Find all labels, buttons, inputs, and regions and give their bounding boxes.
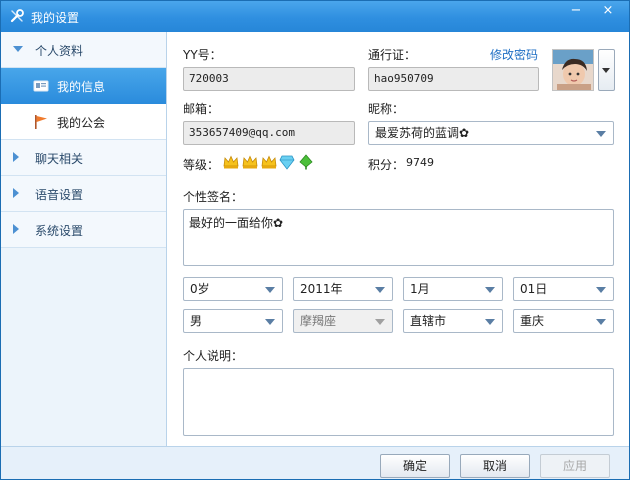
nickname-label: 昵称： <box>368 102 405 116</box>
yy-number-field: 720003 <box>183 67 355 91</box>
province-value: 直辖市 <box>410 314 447 328</box>
crown-icon <box>261 155 277 169</box>
points-value: 9749 <box>406 156 434 169</box>
caret-down-icon <box>602 68 610 73</box>
sidebar-group-label: 语音设置 <box>35 188 84 202</box>
crown-icon <box>223 155 239 169</box>
zodiac-select: 摩羯座 <box>293 309 393 333</box>
leaf-icon <box>299 154 313 170</box>
sidebar-item-my-info[interactable]: 我的信息 <box>1 68 166 104</box>
signature-label: 个性签名： <box>183 190 244 204</box>
title-bar[interactable]: 我的设置 − × <box>1 1 629 32</box>
caret-down-icon <box>375 287 385 293</box>
sidebar: 个人资料 我的信息 我的公会 聊天相关 语音设置 系统设置 <box>1 32 167 446</box>
footer-bar: 确定 取消 应用 <box>1 446 629 479</box>
sidebar-group-label: 聊天相关 <box>35 152 84 166</box>
gender-select[interactable]: 男 <box>183 309 283 333</box>
chevron-right-icon <box>13 152 19 162</box>
caret-down-icon <box>596 131 606 137</box>
avatar[interactable] <box>552 49 594 91</box>
nickname-value: 最爱苏荷的蓝调✿ <box>375 126 470 140</box>
signature-text: 最好的一面给你✿ <box>189 216 284 230</box>
caret-down-icon <box>265 319 275 325</box>
chevron-down-icon <box>13 46 23 52</box>
wrench-icon <box>10 9 24 23</box>
ok-button[interactable]: 确定 <box>380 454 450 478</box>
sidebar-group-system[interactable]: 系统设置 <box>1 212 166 248</box>
gender-value: 男 <box>190 314 203 328</box>
day-select[interactable]: 01日 <box>513 277 614 301</box>
description-input[interactable] <box>183 368 614 436</box>
sidebar-group-voice[interactable]: 语音设置 <box>1 176 166 212</box>
points-label: 积分： <box>368 158 405 172</box>
email-label: 邮箱： <box>183 102 220 116</box>
caret-down-icon <box>596 319 606 325</box>
day-value: 01日 <box>520 282 548 296</box>
caret-down-icon <box>265 287 275 293</box>
minimize-button[interactable]: − <box>561 1 591 23</box>
flag-icon <box>35 115 47 129</box>
crown-icon <box>242 155 258 169</box>
caret-down-icon <box>485 319 495 325</box>
city-value: 重庆 <box>520 314 545 328</box>
id-card-icon <box>33 80 49 92</box>
sidebar-item-label: 我的公会 <box>57 116 106 130</box>
sidebar-item-label: 我的信息 <box>57 80 106 94</box>
nickname-select[interactable]: 最爱苏荷的蓝调✿ <box>368 121 614 145</box>
window-title: 我的设置 <box>31 11 80 25</box>
sidebar-item-my-guild[interactable]: 我的公会 <box>1 104 166 140</box>
sidebar-group-profile[interactable]: 个人资料 <box>1 32 166 68</box>
province-select[interactable]: 直辖市 <box>403 309 503 333</box>
avatar-image <box>553 50 593 90</box>
caret-down-icon <box>485 287 495 293</box>
avatar-dropdown-button[interactable] <box>598 49 615 91</box>
caret-down-icon <box>375 319 385 325</box>
year-select[interactable]: 2011年 <box>293 277 393 301</box>
diamond-icon <box>279 155 295 170</box>
passport-field: hao950709 <box>368 67 539 91</box>
settings-window: 我的设置 − × 个人资料 我的信息 我的公会 聊天相关 语音设置 系统设置 Y… <box>0 0 630 480</box>
description-label: 个人说明： <box>183 349 244 363</box>
email-field: 353657409@qq.com <box>183 121 355 145</box>
chevron-right-icon <box>13 224 19 234</box>
apply-button[interactable]: 应用 <box>540 454 610 478</box>
city-select[interactable]: 重庆 <box>513 309 614 333</box>
sidebar-group-label: 系统设置 <box>35 224 84 238</box>
zodiac-value: 摩羯座 <box>300 314 337 328</box>
caret-down-icon <box>596 287 606 293</box>
cancel-button[interactable]: 取消 <box>460 454 530 478</box>
age-select[interactable]: 0岁 <box>183 277 283 301</box>
change-password-link[interactable]: 修改密码 <box>490 46 538 63</box>
sidebar-group-label: 个人资料 <box>35 44 84 58</box>
chevron-right-icon <box>13 188 19 198</box>
passport-label: 通行证： <box>368 48 417 62</box>
yy-label: YY号： <box>183 48 222 62</box>
signature-input[interactable]: 最好的一面给你✿ <box>183 209 614 266</box>
month-select[interactable]: 1月 <box>403 277 503 301</box>
sidebar-group-chat[interactable]: 聊天相关 <box>1 140 166 176</box>
month-value: 1月 <box>410 282 430 296</box>
level-label: 等级： <box>183 158 220 172</box>
close-button[interactable]: × <box>593 1 623 23</box>
age-value: 0岁 <box>190 282 210 296</box>
year-value: 2011年 <box>300 282 343 296</box>
